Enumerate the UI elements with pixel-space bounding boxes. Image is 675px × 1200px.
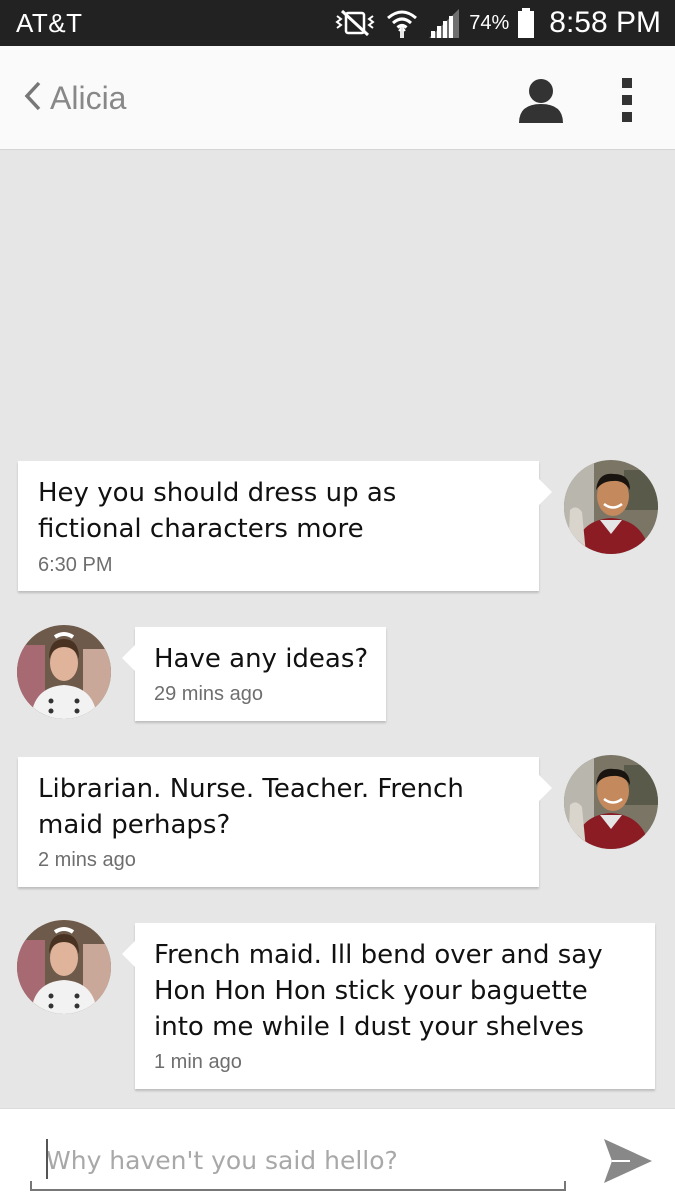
woman-portrait-icon [17,920,111,1014]
text-cursor [46,1139,48,1179]
man-portrait-icon [564,755,658,849]
message-bubble-outgoing[interactable]: Hey you should dress up as fictional cha… [18,461,552,591]
message-text: Librarian. Nurse. Teacher. French maid p… [38,774,464,840]
message-text: French maid. Ill bend over and say Hon H… [154,940,603,1042]
chat-screen: AT&T 74% 8:58 PM Alicia Hey you should d… [0,0,675,1200]
person-icon [519,79,563,123]
message-composer [0,1108,675,1200]
message-bubble-incoming[interactable]: French maid. Ill bend over and say Hon H… [122,923,655,1089]
message-input-wrapper[interactable] [30,1131,566,1191]
message-timestamp: 29 mins ago [154,683,263,705]
wifi-icon [385,6,419,40]
vibrate-off-icon [333,8,377,38]
message-timestamp: 2 mins ago [38,849,136,871]
message-bubble-incoming[interactable]: Have any ideas? 29 mins ago [122,627,386,721]
sender-avatar[interactable] [564,460,658,554]
message-input[interactable] [46,1139,556,1181]
recipient-avatar[interactable] [17,920,111,1014]
woman-portrait-icon [17,625,111,719]
man-portrait-icon [564,460,658,554]
message-bubble-outgoing[interactable]: Librarian. Nurse. Teacher. French maid p… [18,757,552,887]
contact-name: Alicia [50,79,127,116]
battery-percent: 74% [469,11,510,34]
message-timestamp: 1 min ago [154,1051,242,1073]
battery-icon [517,7,535,39]
overflow-menu-button[interactable] [608,74,646,126]
status-bar: AT&T 74% 8:58 PM [0,0,675,46]
message-text: Hey you should dress up as fictional cha… [38,478,397,544]
back-button[interactable]: Alicia [22,74,126,122]
app-bar: Alicia [0,46,675,150]
input-underline [30,1181,566,1191]
signal-icon [427,7,461,39]
profile-button[interactable] [516,76,566,126]
status-clock: 8:58 PM [549,6,661,39]
sender-avatar[interactable] [564,755,658,849]
chevron-left-icon [22,80,50,117]
message-list[interactable]: Hey you should dress up as fictional cha… [0,150,675,1108]
recipient-avatar[interactable] [17,625,111,719]
message-timestamp: 6:30 PM [38,554,113,576]
carrier-label: AT&T [16,8,83,38]
status-icons: 74% 8:58 PM [333,4,661,42]
send-icon [604,1139,652,1183]
more-vertical-icon [622,78,632,122]
message-text: Have any ideas? [154,644,369,674]
send-button[interactable] [600,1133,656,1189]
